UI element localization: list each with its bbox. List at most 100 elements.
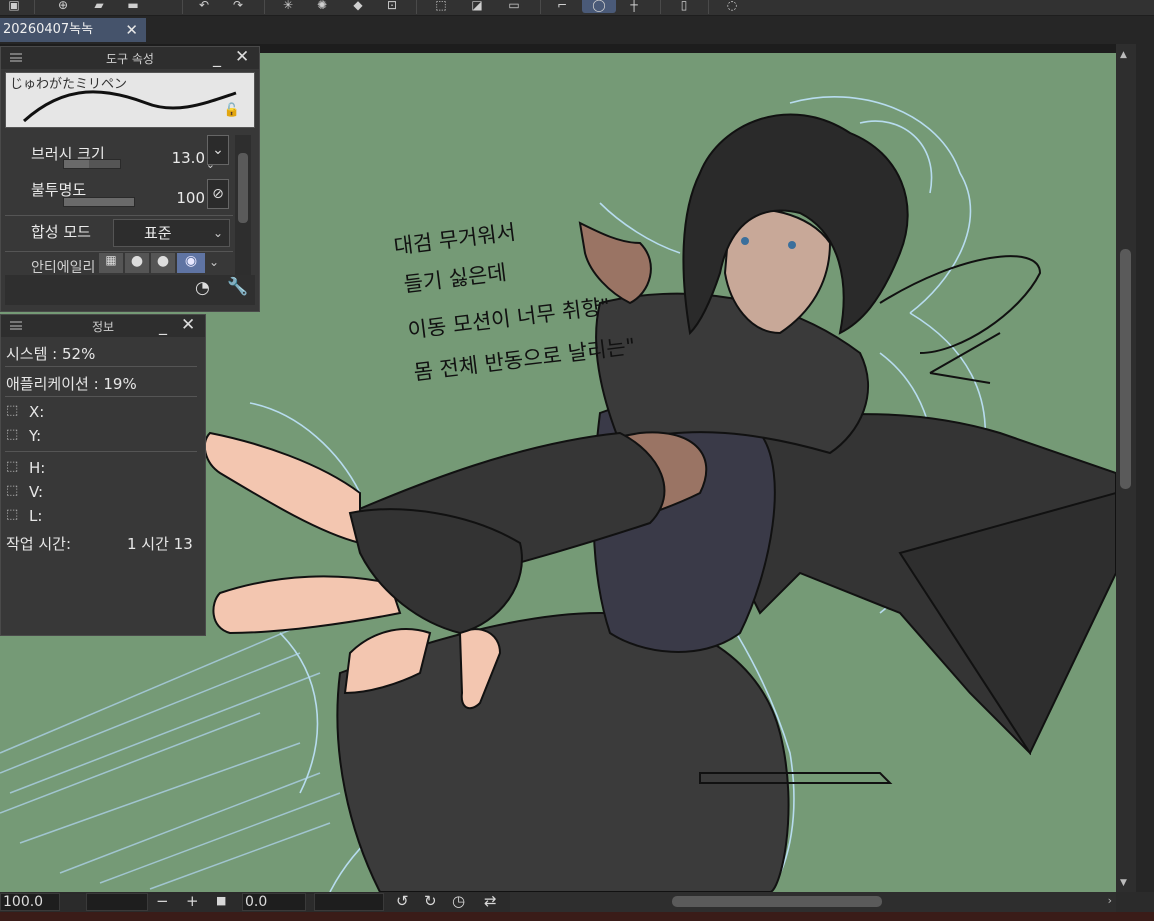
brush-stroke-preview xyxy=(22,90,237,123)
y-label: Y: xyxy=(29,427,42,445)
divider xyxy=(5,451,197,452)
timer-icon[interactable]: ◔ xyxy=(195,278,210,298)
close-icon[interactable]: ✕ xyxy=(181,315,195,335)
vertical-scrollbar[interactable]: ▲ ▼ xyxy=(1116,44,1136,892)
opacity-toggle-icon[interactable]: ⊘ xyxy=(207,179,229,209)
selection-off-icon[interactable]: ⬚ xyxy=(428,0,454,13)
divider xyxy=(5,366,197,367)
blend-mode-select[interactable]: 표준 ⌄ xyxy=(113,219,230,247)
tool-property-header[interactable]: 도구 속성 _ ✕ xyxy=(1,47,259,69)
antialias-medium-icon[interactable]: ● xyxy=(151,253,175,273)
save-icon[interactable]: ▬ xyxy=(120,0,146,13)
divider xyxy=(5,396,197,397)
zoom-slider[interactable] xyxy=(86,893,148,911)
zoom-input[interactable]: 100.0 xyxy=(0,893,60,911)
chevron-right-icon[interactable]: › xyxy=(1108,894,1112,907)
opacity-slider[interactable] xyxy=(63,197,135,207)
x-coordinate-icon: ⬚ xyxy=(6,403,19,418)
rotate-left-icon[interactable]: ↺ xyxy=(396,892,409,910)
horizontal-scroll-thumb[interactable] xyxy=(672,896,882,907)
taskbar-strip xyxy=(0,912,1154,921)
tool-property-scrollbar[interactable] xyxy=(235,135,251,275)
toolbar-divider xyxy=(660,0,661,14)
antialias-none-icon[interactable]: ▦ xyxy=(99,253,123,273)
brush-size-row: 브러시 크기 13.0 ⌃⌄ xyxy=(7,143,233,175)
snap-burst-icon[interactable]: ✺ xyxy=(310,0,334,13)
application-usage: 애플리케이션 : 19% xyxy=(6,375,137,393)
toolbar-divider xyxy=(416,0,417,14)
ellipse-snap-icon[interactable]: ◯ xyxy=(582,0,616,13)
opacity-value[interactable]: 100 xyxy=(176,189,205,207)
grid-icon[interactable]: ┼ xyxy=(622,0,646,13)
blend-mode-value: 표준 xyxy=(144,224,172,242)
rotate-right-icon[interactable]: ↻ xyxy=(424,892,437,910)
close-icon[interactable]: ✕ xyxy=(125,18,138,42)
length-icon: ⬚ xyxy=(6,507,19,522)
clear-icon[interactable]: ◪ xyxy=(464,0,490,13)
toolbar-divider xyxy=(34,0,35,14)
fill-icon[interactable]: ◆ xyxy=(344,0,372,13)
toolbar-divider xyxy=(264,0,265,14)
redo-icon[interactable]: ↷ xyxy=(226,0,250,13)
antialias-weak-icon[interactable]: ● xyxy=(125,253,149,273)
pressure-toggle-icon[interactable]: ⌄ xyxy=(207,135,229,165)
divider xyxy=(5,215,233,216)
x-label: X: xyxy=(29,403,45,421)
minimize-icon[interactable]: _ xyxy=(213,48,227,67)
info-panel: 정보 _ ✕ 시스템 : 52% 애플리케이션 : 19% ⬚ X: ⬚ Y: … xyxy=(0,314,206,636)
undo-icon[interactable]: ↶ xyxy=(192,0,216,13)
brush-size-fill xyxy=(64,160,90,168)
transform-icon[interactable]: ⊡ xyxy=(380,0,404,13)
tool-property-scroll-thumb[interactable] xyxy=(238,153,248,223)
lock-icon[interactable]: 🔓 xyxy=(224,103,240,118)
minimize-icon[interactable]: _ xyxy=(159,316,173,335)
reset-rotation-icon[interactable]: ◷ xyxy=(452,892,465,910)
brush-size-value[interactable]: 13.0 xyxy=(172,149,205,167)
rotation-input[interactable]: 0.0 xyxy=(242,893,306,911)
fill-selection-icon[interactable]: ▭ xyxy=(500,0,528,13)
v-label: V: xyxy=(29,483,44,501)
new-canvas-icon[interactable]: ⊕ xyxy=(48,0,78,13)
brush-size-slider[interactable] xyxy=(63,159,121,169)
document-tab[interactable]: 20260407녹녹 ✕ xyxy=(0,18,146,42)
flip-icon[interactable]: ⇄ xyxy=(484,892,497,910)
open-folder-icon[interactable]: ▰ xyxy=(84,0,114,13)
app-window: ▣ ⊕ ▰ ▬ ↶ ↷ ✳ ✺ ◆ ⊡ ⬚ ◪ ▭ ⌐ ◯ ┼ ▯ ◌ 2026… xyxy=(0,0,1154,921)
tool-property-footer: ◔ 🔧 xyxy=(5,275,255,305)
zoom-in-button[interactable]: + xyxy=(186,892,199,910)
chevron-down-icon: ⌄ xyxy=(212,226,223,240)
h-label: H: xyxy=(29,459,46,477)
chevron-up-icon[interactable]: ▲ xyxy=(1120,50,1127,60)
toolbar-divider xyxy=(540,0,541,14)
antialias-strong-icon[interactable]: ◉ xyxy=(177,253,205,273)
system-usage: 시스템 : 52% xyxy=(6,345,96,363)
tool-property-panel: 도구 속성 _ ✕ じゅわがたミリペン 🔓 브러시 크기 13.0 ⌃⌄ ⌄ 불… xyxy=(0,46,260,312)
device-icon[interactable]: ▯ xyxy=(672,0,696,13)
close-icon[interactable]: ✕ xyxy=(235,47,249,67)
chevron-down-icon[interactable]: ⌄ xyxy=(209,255,219,269)
navigator-status-bar: 100.0 − + ■ 0.0 ↺ ↻ ◷ ⇄ xyxy=(0,892,510,912)
rotation-slider[interactable] xyxy=(314,893,384,911)
zoom-out-button[interactable]: − xyxy=(156,892,169,910)
work-time-label: 작업 시간: xyxy=(6,535,72,553)
snap-radial-icon[interactable]: ✳ xyxy=(276,0,300,13)
blend-mode-label: 합성 모드 xyxy=(31,223,91,241)
opacity-row: 불투명도 100 ⌃⌄ xyxy=(7,179,233,211)
vertical-scroll-thumb[interactable] xyxy=(1120,249,1131,489)
ruler-icon[interactable]: ⌐ xyxy=(550,0,574,13)
l-label: L: xyxy=(29,507,43,525)
brush-preview: じゅわがたミリペン 🔓 xyxy=(5,72,255,128)
wrench-icon[interactable]: 🔧 xyxy=(227,277,248,297)
work-time-value: 1 시간 13 xyxy=(127,535,193,553)
info-header[interactable]: 정보 _ ✕ xyxy=(1,315,205,337)
chevron-down-icon[interactable]: ▼ xyxy=(1120,878,1127,888)
y-coordinate-icon: ⬚ xyxy=(6,427,19,442)
fit-square-icon[interactable]: ■ xyxy=(216,892,226,910)
antialias-label: 안티에일리 xyxy=(31,260,96,273)
layers-icon[interactable]: ▣ xyxy=(2,0,26,13)
document-tab-bar: 20260407녹녹 ✕ ⌄ xyxy=(0,16,1154,51)
right-dock-strip xyxy=(1136,44,1154,892)
chat-icon[interactable]: ◌ xyxy=(718,0,746,13)
horizontal-scrollbar[interactable]: › xyxy=(510,892,1116,912)
divider xyxy=(5,251,233,252)
